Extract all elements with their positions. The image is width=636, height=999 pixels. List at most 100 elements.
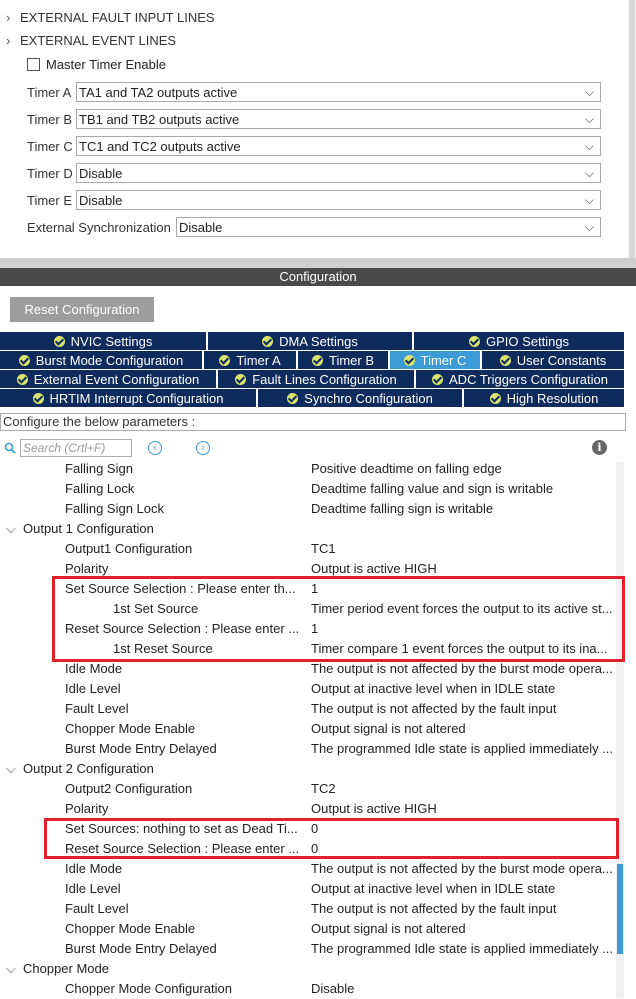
param-row[interactable]: Burst Mode Entry Delayed The programmed I… xyxy=(0,939,616,959)
param-row[interactable]: Chopper Mode Configuration Disable xyxy=(0,979,616,999)
param-row[interactable]: Idle Mode The output is not affected by t… xyxy=(0,859,616,879)
chevron-right-icon: › xyxy=(6,32,11,48)
splitter[interactable] xyxy=(0,258,636,268)
param-value: TC1 xyxy=(311,541,336,556)
tab-user-constants[interactable]: User Constants xyxy=(482,351,626,369)
section-external-event-lines[interactable]: › EXTERNAL EVENT LINES xyxy=(6,31,176,49)
tab-label: GPIO Settings xyxy=(485,333,570,349)
tab-timer-b[interactable]: Timer B xyxy=(298,351,390,369)
section-label: EXTERNAL EVENT LINES xyxy=(20,32,177,48)
search-next-icon[interactable]: › xyxy=(196,441,210,455)
param-row[interactable]: Chopper Mode Enable Output signal is not … xyxy=(0,719,616,739)
tab-label: Fault Lines Configuration xyxy=(252,371,397,387)
select-value: TC1 and TC2 outputs active xyxy=(79,138,241,154)
param-value: Output at inactive level when in IDLE st… xyxy=(311,681,556,696)
select-value: TB1 and TB2 outputs active xyxy=(79,111,240,127)
tab-adc-triggers-configuration[interactable]: ADC Triggers Configuration xyxy=(416,370,626,388)
param-row[interactable]: Falling Sign Lock Deadtime falling sign i… xyxy=(0,499,616,519)
tab-dma-settings[interactable]: DMA Settings xyxy=(208,332,414,350)
param-value: The programmed Idle state is applied imm… xyxy=(311,941,614,956)
tab-external-event-configuration[interactable]: External Event Configuration xyxy=(0,370,218,388)
tab-label: Timer A xyxy=(236,352,281,368)
param-row[interactable]: Burst Mode Entry Delayed The programmed I… xyxy=(0,739,616,759)
tab-gpio-settings[interactable]: GPIO Settings xyxy=(414,332,626,350)
param-row[interactable]: Idle Level Output at inactive level when … xyxy=(0,679,616,699)
instruction-text: Configure the below parameters : xyxy=(0,413,626,431)
tree-scrollbar[interactable] xyxy=(616,462,624,998)
group-chopper-mode[interactable]: ⌵ Chopper Mode xyxy=(0,959,616,979)
chevron-down-icon[interactable]: ⌵ xyxy=(585,85,594,100)
chevron-down-icon[interactable]: ⌵ xyxy=(6,759,16,779)
tab-label: ADC Triggers Configuration xyxy=(449,371,608,387)
tab-synchro-configuration[interactable]: Synchro Configuration xyxy=(258,389,464,407)
tab-hrtim-interrupt-configuration[interactable]: HRTIM Interrupt Configuration xyxy=(0,389,258,407)
group-name: Chopper Mode xyxy=(23,961,109,976)
param-value: The output is not affected by the fault … xyxy=(311,901,557,916)
check-circle-icon xyxy=(432,373,444,385)
master-timer-enable-checkbox[interactable]: Master Timer Enable xyxy=(27,57,166,72)
param-row[interactable]: Falling Sign Positive deadtime on falling… xyxy=(0,459,616,479)
search-input[interactable]: Search (Crtl+F) xyxy=(20,439,132,457)
tab-burst-mode-configuration[interactable]: Burst Mode Configuration xyxy=(0,351,204,369)
param-row[interactable]: Output1 Configuration TC1 xyxy=(0,539,616,559)
param-value: Disable xyxy=(311,981,355,996)
tab-timer-c[interactable]: Timer C xyxy=(390,351,482,369)
param-name: Idle Level xyxy=(65,881,121,896)
param-row[interactable]: Output2 Configuration TC2 xyxy=(0,779,616,799)
check-circle-icon xyxy=(32,392,44,404)
check-circle-icon xyxy=(18,354,30,366)
highlight-box-output1-sources xyxy=(52,576,625,662)
configuration-header: Configuration xyxy=(0,268,636,286)
reset-configuration-button[interactable]: Reset Configuration xyxy=(10,297,154,322)
param-name: Polarity xyxy=(65,801,109,816)
param-value: Output signal is not altered xyxy=(311,921,466,936)
group-output-2-configuration[interactable]: ⌵ Output 2 Configuration xyxy=(0,759,616,779)
chevron-down-icon[interactable]: ⌵ xyxy=(6,959,16,979)
tab-fault-lines-configuration[interactable]: Fault Lines Configuration xyxy=(218,370,416,388)
scroll-thumb[interactable] xyxy=(629,0,635,258)
tab-nvic-settings[interactable]: NVIC Settings xyxy=(0,332,208,350)
timer-a-field: Timer A xyxy=(27,81,71,103)
top-scrollbar[interactable] xyxy=(628,0,636,258)
param-row[interactable]: Polarity Output is active HIGH xyxy=(0,799,616,819)
param-value: Output is active HIGH xyxy=(311,801,437,816)
chevron-down-icon[interactable]: ⌵ xyxy=(6,519,16,539)
search-previous-icon[interactable]: ‹ xyxy=(148,441,162,455)
checkbox-box[interactable] xyxy=(27,58,40,71)
external-sync-select[interactable]: Disable ⌵ xyxy=(176,217,601,237)
param-value: Output at inactive level when in IDLE st… xyxy=(311,881,556,896)
timer-a-select[interactable]: TA1 and TA2 outputs active ⌵ xyxy=(76,82,601,102)
section-external-fault-input-lines[interactable]: › EXTERNAL FAULT INPUT LINES xyxy=(6,8,215,26)
scroll-thumb[interactable] xyxy=(617,864,623,954)
tab-label: NVIC Settings xyxy=(70,333,153,349)
check-circle-icon xyxy=(219,354,231,366)
timer-c-select[interactable]: TC1 and TC2 outputs active ⌵ xyxy=(76,136,601,156)
section-label: EXTERNAL FAULT INPUT LINES xyxy=(20,9,215,25)
group-name: Output 2 Configuration xyxy=(23,761,154,776)
tab-label: Synchro Configuration xyxy=(304,390,433,406)
chevron-down-icon[interactable]: ⌵ xyxy=(585,112,594,127)
param-name: Idle Level xyxy=(65,681,121,696)
param-value: The programmed Idle state is applied imm… xyxy=(311,741,614,756)
tab-label: High Resolution xyxy=(506,390,599,406)
tab-timer-a[interactable]: Timer A xyxy=(204,351,298,369)
param-value: The output is not affected by the fault … xyxy=(311,701,557,716)
param-row[interactable]: Falling Lock Deadtime falling value and s… xyxy=(0,479,616,499)
timer-e-select[interactable]: Disable ⌵ xyxy=(76,190,601,210)
param-row[interactable]: Fault Level The output is not affected by… xyxy=(0,699,616,719)
timer-d-select[interactable]: Disable ⌵ xyxy=(76,163,601,183)
group-output-1-configuration[interactable]: ⌵ Output 1 Configuration xyxy=(0,519,616,539)
param-row[interactable]: Chopper Mode Enable Output signal is not … xyxy=(0,919,616,939)
timer-e-field: Timer E xyxy=(27,189,72,211)
tab-high-resolution[interactable]: High Resolution xyxy=(464,389,626,407)
timer-b-select[interactable]: TB1 and TB2 outputs active ⌵ xyxy=(76,109,601,129)
param-row[interactable]: Idle Level Output at inactive level when … xyxy=(0,879,616,899)
chevron-down-icon[interactable]: ⌵ xyxy=(585,139,594,154)
param-name: Chopper Mode Configuration xyxy=(65,981,232,996)
chevron-down-icon[interactable]: ⌵ xyxy=(585,220,594,235)
chevron-down-icon[interactable]: ⌵ xyxy=(585,193,594,208)
param-row[interactable]: Idle Mode The output is not affected by t… xyxy=(0,659,616,679)
chevron-down-icon[interactable]: ⌵ xyxy=(585,166,594,181)
info-icon[interactable]: i xyxy=(592,440,607,455)
param-row[interactable]: Fault Level The output is not affected by… xyxy=(0,899,616,919)
